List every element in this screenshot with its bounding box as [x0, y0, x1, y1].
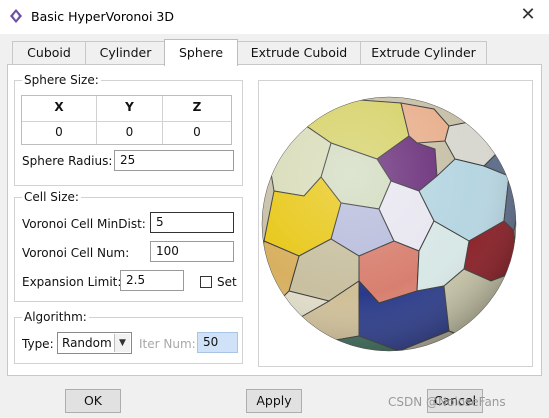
chevron-down-icon[interactable]: ▼ [114, 334, 130, 352]
window-title: Basic HyperVoronoi 3D [31, 9, 174, 24]
sphere-size-legend: Sphere Size: [22, 73, 101, 87]
cell-y[interactable]: 0 [97, 125, 162, 139]
iter-num-label: Iter Num: [139, 337, 196, 351]
tab-cuboid[interactable]: Cuboid [12, 41, 86, 64]
cell-size-legend: Cell Size: [22, 190, 81, 204]
sphere-size-grid: X Y Z 0 0 0 [21, 95, 232, 145]
app-icon [10, 9, 22, 23]
set-checkbox[interactable] [200, 276, 212, 288]
header-x: X [54, 100, 64, 114]
ok-button[interactable]: OK [65, 389, 121, 413]
type-label: Type: [22, 337, 54, 351]
sphere-radius-label: Sphere Radius: [22, 154, 113, 168]
cell-z[interactable]: 0 [163, 125, 231, 139]
cell-x[interactable]: 0 [22, 125, 96, 139]
tab-cylinder[interactable]: Cylinder [85, 41, 166, 64]
sphere-radius-input[interactable]: 25 [114, 150, 234, 171]
expansion-limit-input[interactable]: 2.5 [120, 270, 184, 291]
cell-num-input[interactable]: 100 [150, 241, 234, 262]
tab-sphere[interactable]: Sphere [164, 39, 238, 66]
header-z: Z [192, 100, 202, 114]
cell-num-label: Voronoi Cell Num: [22, 246, 130, 260]
header-y: Y [125, 100, 134, 114]
min-dist-label: Voronoi Cell MinDist: [22, 217, 146, 231]
voronoi-sphere-image [261, 96, 517, 352]
algorithm-legend: Algorithm: [22, 310, 89, 324]
algorithm-type-select[interactable]: Random ▼ [57, 332, 132, 354]
min-dist-input[interactable]: 5 [150, 212, 234, 233]
voronoi-sphere-preview [258, 80, 533, 367]
iter-num-input[interactable]: 50 [197, 332, 238, 353]
expansion-limit-label: Expansion Limit: [22, 275, 122, 289]
close-icon[interactable]: ✕ [518, 5, 538, 25]
tab-extrude-cuboid[interactable]: Extrude Cuboid [237, 41, 361, 64]
tab-extrude-cylinder[interactable]: Extrude Cylinder [360, 41, 487, 64]
algorithm-type-value: Random [62, 336, 112, 350]
set-label: Set [217, 275, 237, 289]
title-bar: Basic HyperVoronoi 3D ✕ [0, 0, 549, 34]
watermark-text: CSDN @NoloseFans [388, 395, 506, 409]
apply-button[interactable]: Apply [246, 389, 302, 413]
